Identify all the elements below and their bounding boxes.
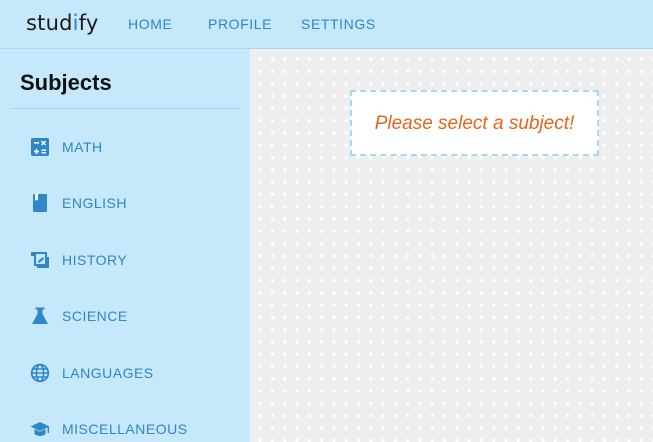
sidebar-item-history[interactable]: HISTORY bbox=[0, 240, 250, 280]
sidebar-item-label: LANGUAGES bbox=[62, 365, 154, 381]
book-icon bbox=[33, 194, 47, 212]
flask-icon bbox=[32, 307, 48, 324]
select-subject-message: Please select a subject! bbox=[374, 113, 575, 134]
empty-state-box: Please select a subject! bbox=[350, 90, 599, 156]
nav-home-link[interactable]: HOME bbox=[128, 16, 172, 32]
nav-profile-link[interactable]: PROFILE bbox=[208, 16, 272, 32]
sidebar-item-miscellaneous[interactable]: MISCELLANEOUS bbox=[0, 409, 250, 442]
history-scroll-icon bbox=[31, 252, 49, 268]
sidebar-item-english[interactable]: ENGLISH bbox=[0, 183, 250, 223]
nav-settings-link[interactable]: SETTINGS bbox=[301, 16, 376, 32]
graduation-cap-icon bbox=[30, 422, 50, 436]
sidebar-item-label: HISTORY bbox=[62, 252, 128, 268]
sidebar-divider bbox=[10, 108, 240, 109]
sidebar-title: Subjects bbox=[20, 70, 112, 95]
globe-icon bbox=[30, 363, 50, 383]
sidebar-item-label: MISCELLANEOUS bbox=[62, 421, 188, 437]
sidebar-item-math[interactable]: MATH bbox=[0, 127, 250, 167]
sidebar-item-languages[interactable]: LANGUAGES bbox=[0, 353, 250, 393]
sidebar-item-science[interactable]: SCIENCE bbox=[0, 296, 250, 336]
sidebar-item-label: MATH bbox=[62, 139, 103, 155]
sidebar-item-label: ENGLISH bbox=[62, 195, 127, 211]
subjects-sidebar: Subjects MATH ENGLISH HISTORY SCIENCE LA… bbox=[0, 49, 250, 442]
sidebar-item-label: SCIENCE bbox=[62, 308, 128, 324]
calculator-icon bbox=[31, 138, 49, 156]
logo-text-prefix: stud bbox=[26, 11, 73, 35]
top-nav-bar: studify HOME PROFILE SETTINGS bbox=[0, 0, 653, 49]
studify-logo[interactable]: studify bbox=[26, 11, 99, 35]
logo-text-suffix: fy bbox=[78, 11, 99, 35]
main-content-area: Please select a subject! bbox=[250, 49, 653, 442]
